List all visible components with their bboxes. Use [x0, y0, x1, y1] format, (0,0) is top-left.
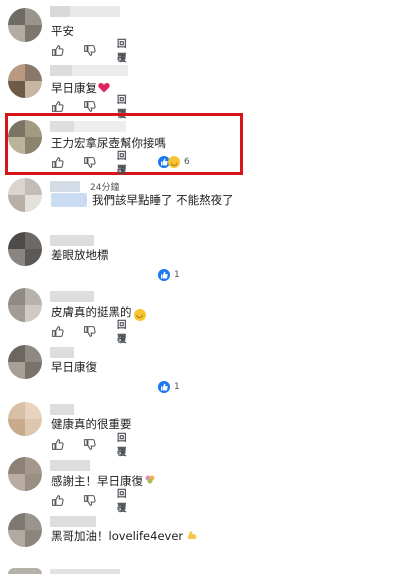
comment-text: 平安 [51, 24, 74, 38]
laugh-emoji-icon: ◡ [133, 309, 146, 321]
thumbs-down-icon [84, 156, 96, 168]
thumbs-down-icon [84, 325, 96, 337]
like-icon [158, 269, 170, 281]
avatar[interactable] [8, 288, 42, 322]
comment-text: 我們該早點睡了 不能熬夜了 [92, 193, 234, 207]
reply-button[interactable]: 回覆 [117, 433, 127, 458]
comment-text: 黑哥加油！lovelife4ever [51, 529, 198, 544]
thumbs-down-icon [84, 100, 96, 112]
dislike-button[interactable] [83, 43, 96, 57]
commenter-name[interactable] [50, 121, 126, 132]
dislike-button[interactable] [83, 324, 96, 338]
blurred-emoji-icon [51, 193, 87, 207]
thumbs-down-icon [84, 438, 96, 450]
comment-text: 早日康复 [51, 81, 110, 96]
commenter-name[interactable] [50, 6, 120, 17]
avatar[interactable] [8, 457, 42, 491]
thumbs-up-icon [52, 44, 64, 56]
thumbs-down-icon [84, 44, 96, 56]
dislike-button[interactable] [83, 493, 96, 507]
reaction-summary[interactable]: 1 [158, 380, 180, 394]
avatar[interactable] [8, 64, 42, 98]
like-icon [158, 381, 170, 393]
reaction-summary[interactable]: ◡ 6 [158, 155, 190, 169]
like-button[interactable] [51, 437, 64, 451]
thumbs-up-icon [52, 494, 64, 506]
comment-text: 健康真的很重要 [51, 417, 132, 431]
avatar[interactable] [8, 513, 42, 547]
comment-text: 感謝主！早日康復 [51, 474, 156, 489]
heart-emoji-icon [98, 82, 110, 96]
like-button[interactable] [51, 155, 64, 169]
avatar[interactable] [8, 232, 42, 266]
laugh-icon: ◡ [168, 156, 180, 168]
reaction-summary[interactable]: 1 [158, 268, 180, 282]
thumbs-up-icon [52, 100, 64, 112]
comment-text-value: 黑哥加油！lovelife4ever [51, 529, 184, 543]
avatar[interactable] [8, 402, 42, 436]
dislike-button[interactable] [83, 155, 96, 169]
commenter-name[interactable] [50, 347, 74, 358]
dislike-button[interactable] [83, 99, 96, 113]
flower-emoji-icon [144, 474, 156, 489]
like-button[interactable] [51, 324, 64, 338]
reaction-count: 6 [184, 157, 190, 167]
partial-next-comment [8, 568, 128, 574]
comment-text: 王力宏拿尿壺幫你接嗎 [51, 136, 166, 150]
avatar[interactable] [8, 345, 42, 379]
commenter-name[interactable] [50, 460, 90, 471]
comment-text-value: 感謝主！早日康復 [51, 474, 143, 488]
timestamp[interactable]: 24分鐘 [90, 180, 119, 193]
avatar[interactable] [8, 178, 42, 212]
reaction-count: 1 [174, 270, 180, 280]
thumbs-up-icon [52, 325, 64, 337]
reply-button[interactable]: 回覆 [117, 489, 127, 514]
commenter-name[interactable] [50, 235, 94, 246]
like-button[interactable] [51, 493, 64, 507]
comment-text: 皮膚真的挺黑的 ◡ [51, 305, 146, 321]
commenter-name[interactable] [50, 404, 74, 415]
reaction-count: 1 [174, 382, 180, 392]
commenter-name[interactable] [50, 65, 128, 76]
thumbs-up-icon [52, 156, 64, 168]
muscle-emoji-icon [186, 529, 198, 544]
avatar[interactable] [8, 120, 42, 154]
commenter-name[interactable] [50, 516, 96, 527]
commenter-name[interactable] [50, 181, 80, 192]
avatar[interactable] [8, 8, 42, 42]
like-button[interactable] [51, 99, 64, 113]
reply-button[interactable]: 回覆 [117, 39, 127, 64]
reply-button[interactable]: 回覆 [117, 95, 127, 120]
like-button[interactable] [51, 43, 64, 57]
reply-button[interactable]: 回覆 [117, 151, 127, 176]
comment-text-value: 早日康复 [51, 81, 97, 95]
dislike-button[interactable] [83, 437, 96, 451]
comment-text: 差眼放地標 [51, 248, 109, 262]
comment-text: 早日康復 [51, 360, 97, 374]
thumbs-down-icon [84, 494, 96, 506]
thumbs-up-icon [52, 438, 64, 450]
commenter-name[interactable] [50, 291, 94, 302]
reply-button[interactable]: 回覆 [117, 320, 127, 345]
